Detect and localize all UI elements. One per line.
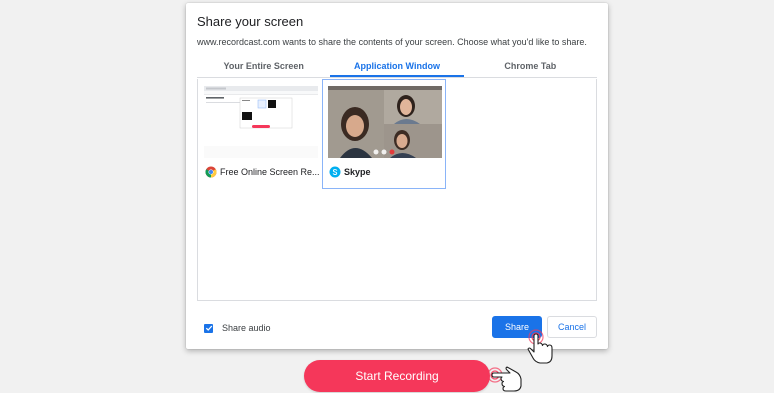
hand-pointer-icon bbox=[487, 366, 522, 392]
source-tabs: Your Entire Screen Application Window Ch… bbox=[197, 56, 597, 78]
skype-icon bbox=[329, 166, 341, 178]
skype-window-thumbnail bbox=[328, 86, 442, 158]
source-item-chrome[interactable]: Free Online Screen Re... bbox=[198, 79, 322, 189]
dialog-subtitle: www.recordcast.com wants to share the co… bbox=[197, 37, 587, 47]
start-recording-button[interactable]: Start Recording bbox=[304, 360, 490, 392]
source-item-chrome-label: Free Online Screen Re... bbox=[205, 166, 320, 178]
checkmark-icon bbox=[205, 325, 212, 331]
source-item-skype[interactable]: Skype bbox=[322, 79, 446, 189]
share-audio-checkbox[interactable] bbox=[204, 323, 213, 333]
source-list: Free Online Screen Re... Skype bbox=[197, 79, 597, 301]
share-audio-option[interactable]: Share audio bbox=[204, 323, 271, 333]
tab-application-window[interactable]: Application Window bbox=[330, 56, 464, 77]
chrome-icon bbox=[205, 166, 217, 178]
source-item-skype-title: Skype bbox=[344, 167, 371, 177]
dialog-title: Share your screen bbox=[197, 14, 304, 29]
chrome-window-thumbnail bbox=[204, 86, 318, 158]
tab-entire-screen[interactable]: Your Entire Screen bbox=[197, 56, 330, 77]
share-audio-label: Share audio bbox=[222, 323, 271, 333]
tab-chrome-tab[interactable]: Chrome Tab bbox=[464, 56, 597, 77]
share-screen-dialog: Share your screen www.recordcast.com wan… bbox=[186, 3, 608, 349]
source-item-chrome-title: Free Online Screen Re... bbox=[220, 167, 320, 177]
source-item-skype-label: Skype bbox=[329, 166, 371, 178]
